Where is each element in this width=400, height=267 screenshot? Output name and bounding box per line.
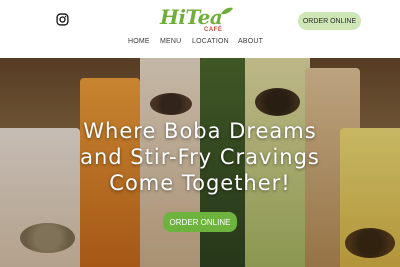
main-nav: HOME MENU LOCATION ABOUT bbox=[0, 38, 400, 50]
instagram-icon[interactable] bbox=[56, 13, 69, 26]
hero-section: Where Boba Dreams and Stir-Fry Cravings … bbox=[0, 58, 400, 267]
hero-headline-line-1: Where Boba Dreams bbox=[83, 119, 317, 143]
site-header: HiTea CAFÉ ORDER ONLINE HOME MENU LOCATI… bbox=[0, 0, 400, 58]
nav-item-about[interactable]: ABOUT bbox=[238, 38, 263, 45]
nav-item-menu[interactable]: MENU bbox=[160, 38, 181, 45]
logo-subtitle: CAFÉ bbox=[204, 27, 223, 33]
hero-order-online-button[interactable]: ORDER ONLINE bbox=[163, 212, 237, 232]
nav-item-home[interactable]: HOME bbox=[128, 38, 150, 45]
hero-headline-line-2: and Stir-Fry Cravings bbox=[80, 145, 320, 169]
nav-item-location[interactable]: LOCATION bbox=[192, 38, 229, 45]
hero-headline: Where Boba Dreams and Stir-Fry Cravings … bbox=[50, 118, 350, 196]
logo-text: HiTea bbox=[160, 5, 223, 29]
leaf-icon bbox=[221, 7, 233, 15]
order-online-button[interactable]: ORDER ONLINE bbox=[298, 12, 361, 30]
site-logo[interactable]: HiTea CAFÉ bbox=[160, 5, 240, 37]
hero-headline-line-3: Come Together! bbox=[109, 171, 291, 195]
